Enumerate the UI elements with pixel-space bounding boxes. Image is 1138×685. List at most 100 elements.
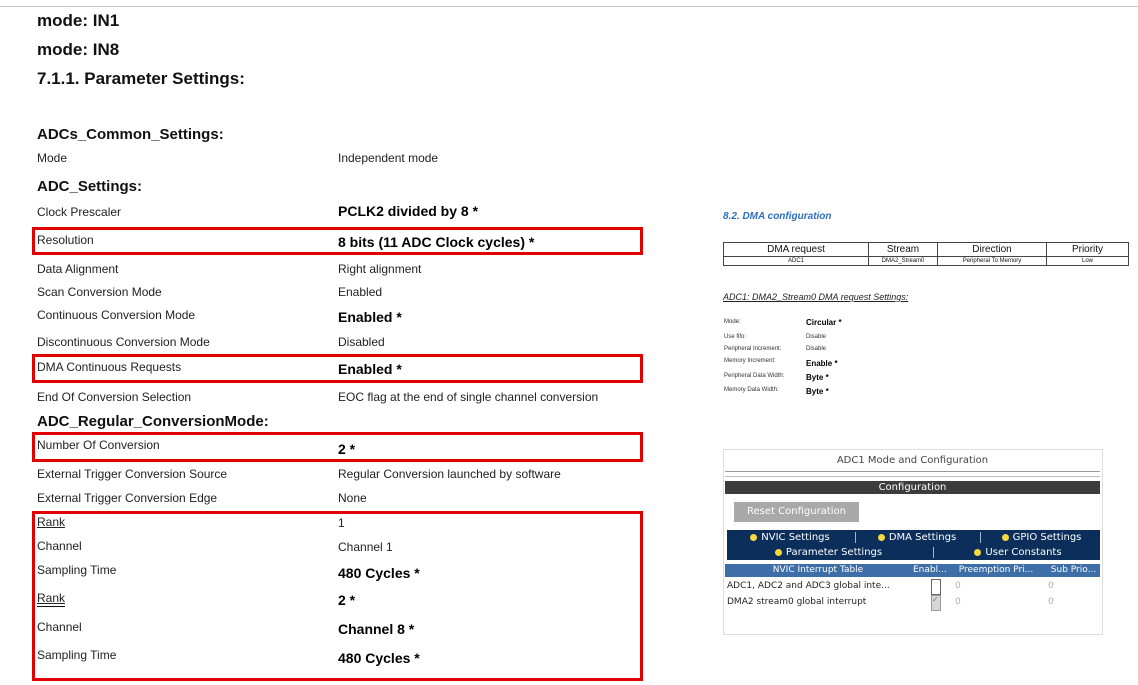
ext-trigger-source-label: External Trigger Conversion Source <box>37 467 228 481</box>
dma-setting-value: Enable * <box>806 359 838 368</box>
clock-prescaler-label: Clock Prescaler <box>37 205 122 219</box>
nvic-row-preemption: 0 <box>955 597 961 607</box>
tab-label: DMA Settings <box>888 532 957 543</box>
tab-label: User Constants <box>985 547 1062 558</box>
sampling1-value: 480 Cycles * <box>338 565 420 581</box>
dma-setting-label: Peripheral Data Width: <box>724 373 785 379</box>
dma-cell-priority: Low <box>1046 256 1129 266</box>
tabs-row-1: NVIC Settings DMA Settings GPIO Settings <box>727 530 1100 545</box>
table-row[interactable]: DMA2 stream0 global interrupt 0 0 <box>725 593 1100 611</box>
dma-setting-value: Disable <box>806 346 827 352</box>
eoc-selection-label: End Of Conversion Selection <box>37 390 192 404</box>
dma-request-settings-title: ADC1: DMA2_Stream0 DMA request Settings: <box>723 292 909 302</box>
dma-setting-value: Byte * <box>806 387 829 396</box>
tab-label: Parameter Settings <box>785 547 883 558</box>
nvic-row-preemption: 0 <box>955 581 961 591</box>
status-dot-icon <box>750 534 758 541</box>
scan-mode-label: Scan Conversion Mode <box>37 285 162 299</box>
channel1-label: Channel <box>37 539 82 553</box>
sampling1-label: Sampling Time <box>37 563 117 577</box>
data-alignment-label: Data Alignment <box>37 262 119 276</box>
nvic-header-name[interactable]: NVIC Interrupt Table <box>725 564 911 577</box>
nvic-row-enabled[interactable] <box>931 593 941 611</box>
dma-table-row: ADC1 DMA2_Stream0 Peripheral To Memory L… <box>723 256 1129 266</box>
discontinuous-mode-value: Disabled <box>338 335 385 349</box>
parameter-settings-heading: 7.1.1. Parameter Settings: <box>37 69 245 88</box>
tab-divider <box>855 532 856 543</box>
tab-user-constants[interactable]: User Constants <box>936 545 1100 560</box>
config-panel-splitter[interactable] <box>725 471 1100 477</box>
tab-divider <box>980 532 981 543</box>
ext-trigger-edge-value: None <box>338 491 367 505</box>
dma-setting-value: Disable <box>806 334 827 340</box>
nvic-header-enabled[interactable]: Enabl... <box>913 564 947 577</box>
scan-mode-value: Enabled <box>338 285 383 299</box>
tabs-row-2: Parameter Settings User Constants <box>727 545 1100 560</box>
dma-setting-value: Circular * <box>806 318 842 327</box>
configuration-bar: Configuration <box>725 481 1100 494</box>
status-dot-icon <box>877 534 885 541</box>
sampling2-value: 480 Cycles * <box>338 650 420 666</box>
status-dot-icon <box>1001 534 1009 541</box>
nvic-row-name: ADC1, ADC2 and ADC3 global inte... <box>727 581 890 591</box>
tab-label: GPIO Settings <box>1012 532 1082 543</box>
config-panel-title: ADC1 Mode and Configuration <box>836 455 989 466</box>
tab-dma-settings[interactable]: DMA Settings <box>857 530 977 545</box>
dma-header-request: DMA request <box>723 242 869 257</box>
mode-value: Independent mode <box>338 151 439 165</box>
rank2-label: Rank <box>37 591 66 605</box>
status-dot-icon <box>774 549 782 556</box>
dma-table-header-row: DMA request Stream Direction Priority <box>723 242 1129 257</box>
dma-setting-value: Byte * <box>806 373 829 382</box>
dma-cell-direction: Peripheral To Memory <box>937 256 1047 266</box>
dma-setting-label: Memory Data Width: <box>724 387 779 393</box>
nvic-header-sub-priority[interactable]: Sub Prio... <box>1047 564 1100 577</box>
checkbox-checked-icon[interactable] <box>931 593 941 611</box>
sampling2-label: Sampling Time <box>37 648 117 662</box>
channel2-value: Channel 8 * <box>338 621 415 637</box>
clock-prescaler-value: PCLK2 divided by 8 * <box>338 203 479 219</box>
nvic-table-header: NVIC Interrupt Table Enabl... Preemption… <box>725 564 1100 577</box>
common-settings-heading: ADCs_Common_Settings: <box>37 126 224 143</box>
data-alignment-value: Right alignment <box>338 262 422 276</box>
discontinuous-mode-label: Discontinuous Conversion Mode <box>37 335 210 349</box>
continuous-mode-label: Continuous Conversion Mode <box>37 308 196 322</box>
num-conversion-label: Number Of Conversion <box>37 438 160 452</box>
continuous-mode-value: Enabled * <box>338 309 402 325</box>
adc-settings-heading: ADC_Settings: <box>37 178 143 195</box>
dma-table: DMA request Stream Direction Priority AD… <box>723 242 1129 266</box>
dma-requests-value: Enabled * <box>338 361 402 377</box>
dma-setting-label: Use fifo: <box>724 334 747 340</box>
rank2-underline <box>37 606 65 607</box>
ext-trigger-edge-label: External Trigger Conversion Edge <box>37 491 218 505</box>
mode-heading-2: mode: IN8 <box>37 40 120 59</box>
dma-config-title: 8.2. DMA configuration <box>723 211 832 222</box>
regular-conversion-heading: ADC_Regular_ConversionMode: <box>37 413 269 430</box>
table-row[interactable]: ADC1, ADC2 and ADC3 global inte... 0 0 <box>725 579 1100 595</box>
nvic-row-name: DMA2 stream0 global interrupt <box>727 597 867 607</box>
tab-gpio-settings[interactable]: GPIO Settings <box>983 530 1100 545</box>
ext-trigger-source-value: Regular Conversion launched by software <box>338 467 561 481</box>
tab-divider <box>933 547 934 558</box>
dma-header-stream: Stream <box>868 242 938 257</box>
nvic-row-sub-priority: 0 <box>1048 581 1054 591</box>
dma-requests-label: DMA Continuous Requests <box>37 360 182 374</box>
dma-header-direction: Direction <box>937 242 1047 257</box>
reset-configuration-button[interactable]: Reset Configuration <box>734 502 859 522</box>
top-border <box>0 0 1138 7</box>
dma-cell-request: ADC1 <box>723 256 869 266</box>
rank1-value: 1 <box>338 516 345 530</box>
channel2-label: Channel <box>37 620 82 634</box>
status-dot-icon <box>974 549 982 556</box>
tab-nvic-settings[interactable]: NVIC Settings <box>727 530 853 545</box>
num-conversion-value: 2 * <box>338 441 356 457</box>
resolution-value: 8 bits (11 ADC Clock cycles) * <box>338 234 535 250</box>
dma-setting-label: Peripheral Increment: <box>724 346 782 352</box>
tab-parameter-settings[interactable]: Parameter Settings <box>727 545 930 560</box>
dma-header-priority: Priority <box>1046 242 1129 257</box>
tab-label: NVIC Settings <box>761 532 830 543</box>
rank1-label: Rank <box>37 515 66 529</box>
config-panel-top-border <box>723 449 1102 450</box>
nvic-header-preemption[interactable]: Preemption Pri... <box>947 564 1045 577</box>
eoc-selection-value: EOC flag at the end of single channel co… <box>338 390 599 404</box>
